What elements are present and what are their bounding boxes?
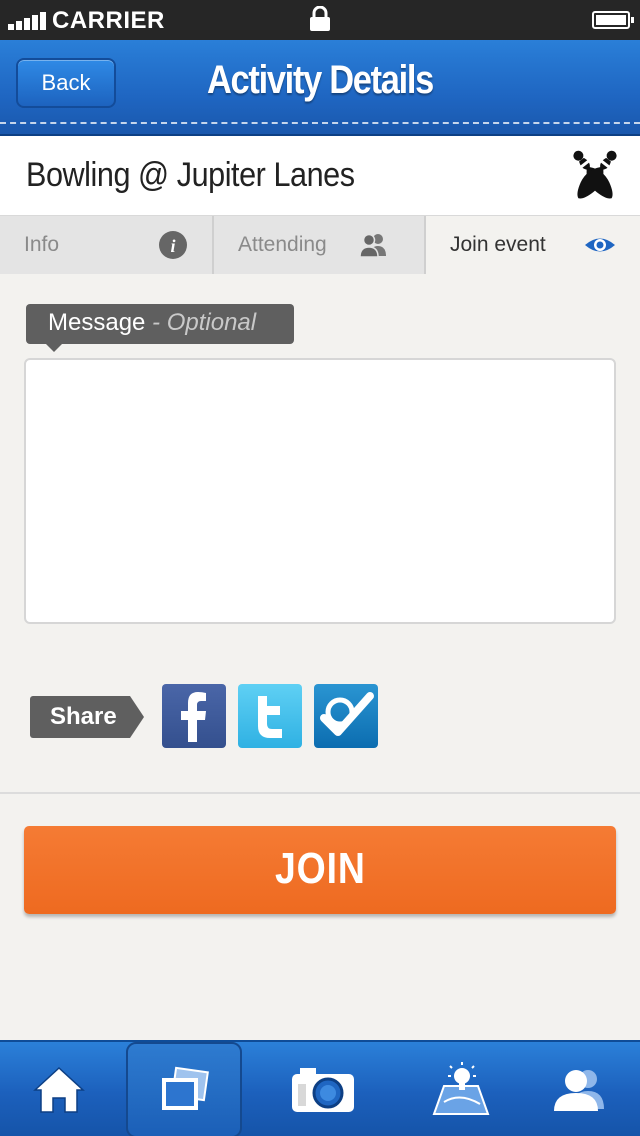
battery-icon [592, 11, 634, 29]
people-icon [359, 233, 386, 258]
photos-icon [162, 1066, 209, 1110]
tab-attending-label: Attending [238, 233, 327, 256]
carrier-label: CARRIER [52, 7, 165, 34]
message-label-text: Message [48, 309, 146, 336]
facebook-share-button[interactable] [162, 684, 226, 748]
back-button[interactable]: Back [16, 58, 116, 108]
message-label: Message - Optional [26, 304, 294, 344]
share-label: Share [30, 696, 144, 738]
join-button[interactable]: JOIN [24, 826, 616, 914]
tab-bar-photos[interactable] [126, 1042, 242, 1136]
message-optional-text: Optional [166, 309, 257, 336]
message-separator: - [145, 309, 167, 336]
camera-icon [292, 1068, 354, 1112]
tab-bar-profile[interactable] [524, 1042, 634, 1136]
tab-join-event[interactable]: Join event [426, 216, 640, 274]
twitter-icon [258, 696, 282, 738]
profile-icon [554, 1070, 604, 1111]
home-icon [33, 1066, 85, 1113]
foursquare-icon [320, 692, 374, 736]
tab-bar-map[interactable] [406, 1042, 516, 1136]
info-icon: i [159, 231, 187, 259]
page-title: Activity Details [207, 58, 434, 102]
lock-icon [310, 6, 330, 31]
message-input[interactable] [24, 358, 616, 624]
bowling-pins-icon [573, 150, 617, 199]
event-title: Bowling @ Jupiter Lanes [26, 156, 355, 194]
foursquare-share-button[interactable] [314, 684, 378, 748]
signal-icon [8, 10, 48, 30]
event-header: Bowling @ Jupiter Lanes [0, 136, 640, 216]
facebook-icon [181, 692, 206, 742]
tab-join-event-label: Join event [450, 233, 546, 256]
section-divider [0, 792, 640, 794]
navigation-bar: Back Activity Details [0, 40, 640, 136]
tab-info-label: Info [24, 233, 60, 256]
svg-text:i: i [170, 236, 175, 256]
join-button-label: JOIN [274, 844, 366, 893]
message-label-pointer [46, 344, 62, 352]
status-bar: CARRIER [0, 0, 640, 40]
eye-icon [585, 238, 615, 252]
event-tabs: Info i Attending Join event [0, 216, 640, 274]
stitch-divider [0, 122, 640, 124]
twitter-share-button[interactable] [238, 684, 302, 748]
tab-bar-camera[interactable] [268, 1042, 378, 1136]
tab-attending[interactable]: Attending [214, 216, 426, 274]
tab-bar-home[interactable] [4, 1042, 114, 1136]
tab-info[interactable]: Info i [0, 216, 214, 274]
map-icon [432, 1062, 490, 1115]
bottom-tab-bar [0, 1040, 640, 1136]
